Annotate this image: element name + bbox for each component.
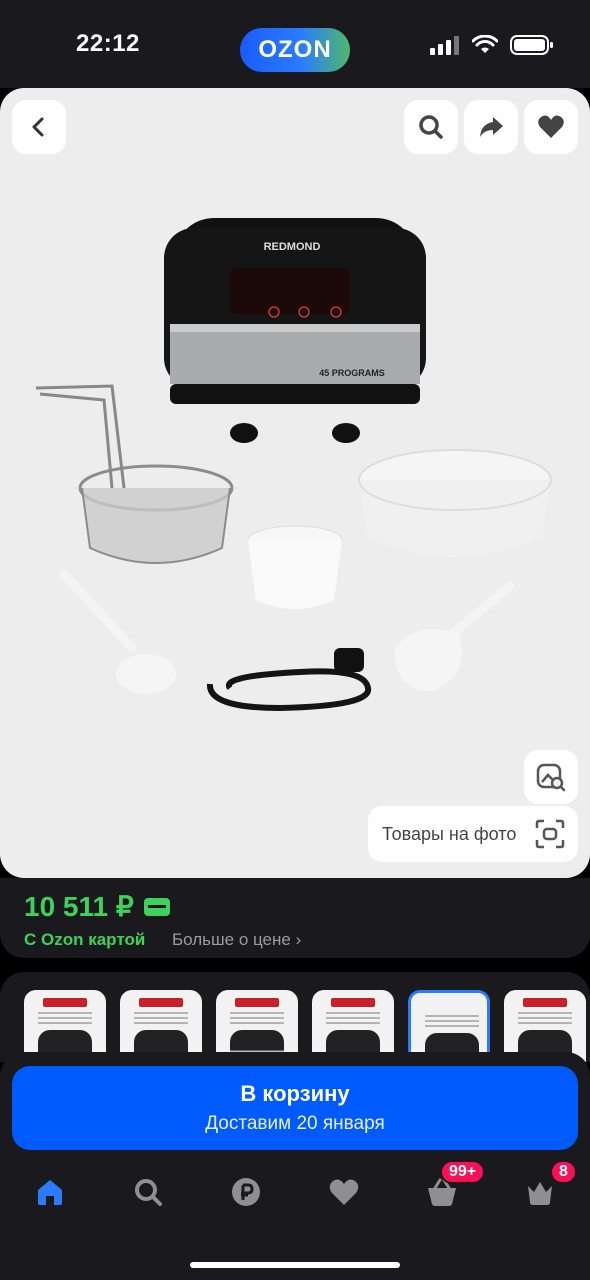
profile-icon [528,1182,552,1205]
wifi-icon [472,35,498,53]
image-search-icon [536,763,566,792]
heart-icon [538,115,564,138]
brand-text: REDMOND [264,241,321,253]
search-button[interactable] [404,100,458,154]
products-on-photo-label: Товары на фото [382,823,517,844]
price-section: 10 511 ₽ С Ozon картой Больше о цене › [0,878,590,958]
scan-icon [535,819,565,849]
tab-bar: 99+ 8 [0,1160,590,1232]
price-value: 10 511 ₽ [24,891,134,922]
products-on-photo-button[interactable]: Товары на фото [368,806,578,862]
search-icon [135,1179,162,1206]
chevron-left-icon [32,117,44,137]
tab-finance[interactable] [226,1172,266,1212]
status-bar: 22:12 OZON [0,0,590,88]
price: 10 511 ₽ [24,890,170,923]
back-button[interactable] [12,100,66,154]
visual-search-button[interactable] [524,750,578,804]
home-indicator [190,1262,400,1268]
battery-icon [510,35,553,55]
tab-search[interactable] [128,1172,168,1212]
ruble-icon [232,1178,260,1206]
search-icon [419,115,443,139]
ozon-card-label: С Ozon картой [24,930,146,949]
product-image: REDMOND 45 PROGRAMS [35,218,552,712]
profile-badge: 8 [550,1160,577,1184]
share-icon [480,117,503,137]
product-photo[interactable]: REDMOND 45 PROGRAMS Товары на фото [0,88,590,878]
add-to-cart-label: В корзину [240,1081,350,1106]
tab-favorites[interactable] [324,1172,364,1212]
ozon-logo: OZON [240,28,350,72]
more-price-link[interactable]: Больше о цене › [172,930,301,950]
favorite-button[interactable] [524,100,578,154]
signal-icon [430,36,459,55]
delivery-label: Доставим 20 января [205,1113,385,1134]
status-time: 22:12 [76,30,140,57]
ozon-card-icon [143,897,170,916]
tab-home[interactable] [30,1172,70,1212]
heart-icon [329,1179,359,1205]
share-button[interactable] [464,100,518,154]
add-to-cart-button[interactable]: В корзину Доставим 20 января [12,1066,578,1150]
programs-text: 45 PROGRAMS [319,368,385,378]
status-icons [430,34,554,56]
home-icon [38,1180,62,1205]
thumbnail-strip[interactable] [0,972,590,1062]
cart-badge: 99+ [440,1160,486,1184]
